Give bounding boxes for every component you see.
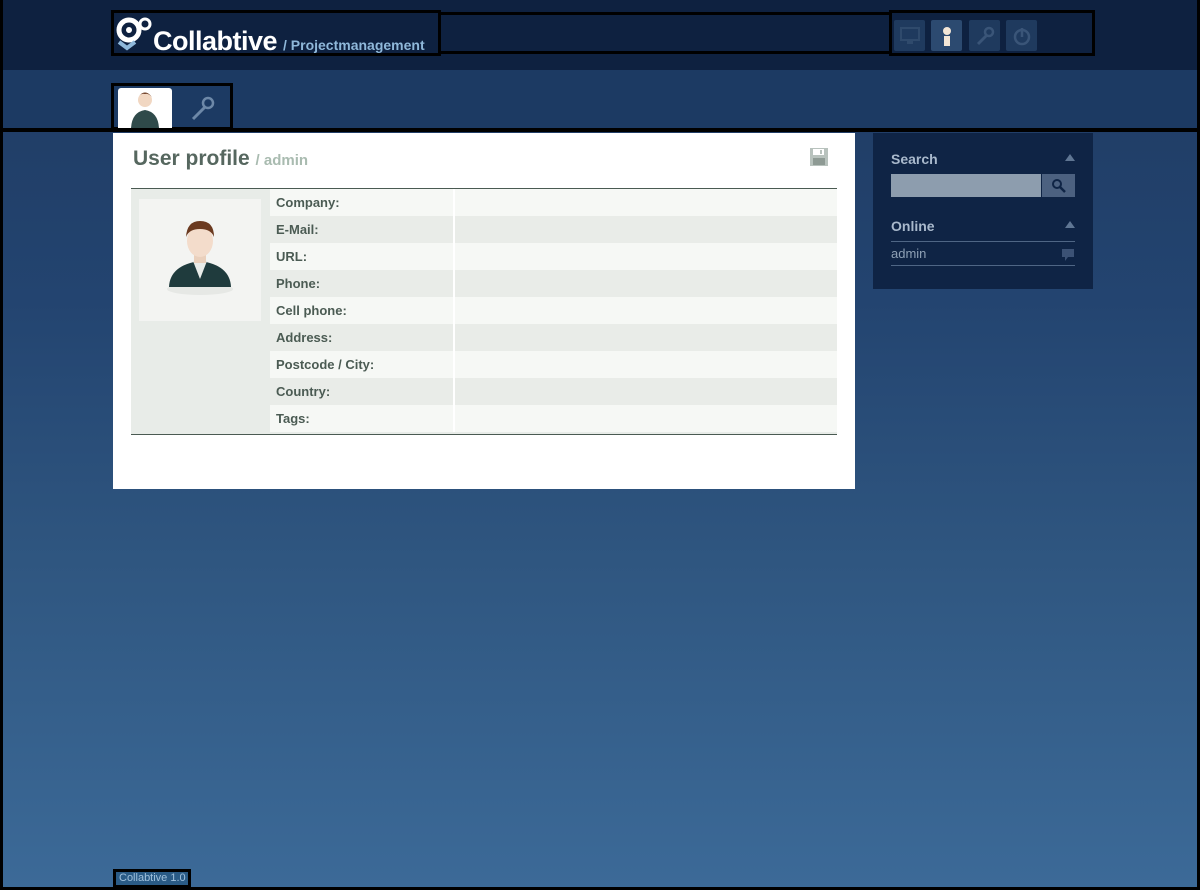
field-label: Tags: xyxy=(270,405,455,432)
version-footer[interactable]: Collabtive 1.0 xyxy=(113,869,191,888)
power-icon[interactable] xyxy=(1006,20,1037,51)
field-label: E-Mail: xyxy=(270,216,455,243)
user-profile-panel: User profile / admin Company: E-Mail: UR… xyxy=(113,133,855,489)
field-label: Phone: xyxy=(270,270,455,297)
online-user[interactable]: admin xyxy=(891,246,926,261)
profile-details: Company: E-Mail: URL: Phone: Cell phone:… xyxy=(131,188,837,435)
field-value xyxy=(455,297,837,324)
tab-admin[interactable] xyxy=(176,88,230,128)
collapse-online-icon[interactable] xyxy=(1065,221,1075,228)
page-title-username: / admin xyxy=(255,152,309,169)
field-label: URL: xyxy=(270,243,455,270)
tabs xyxy=(111,83,233,130)
profile-fields: Company: E-Mail: URL: Phone: Cell phone:… xyxy=(270,189,837,432)
field-postcode-city: Postcode / City: xyxy=(270,351,837,378)
page-title-text: User profile xyxy=(133,147,250,170)
divider xyxy=(891,241,1075,242)
app-subtitle: / Projectmanagement xyxy=(283,37,425,53)
field-cell-phone: Cell phone: xyxy=(270,297,837,324)
save-icon[interactable] xyxy=(809,147,829,167)
wrench-icon[interactable] xyxy=(969,20,1000,51)
search-input[interactable] xyxy=(891,174,1041,197)
chat-icon[interactable] xyxy=(1061,248,1075,262)
field-country: Country: xyxy=(270,378,837,405)
sidebar: Search Online admin xyxy=(873,133,1093,289)
field-label: Postcode / City: xyxy=(270,351,455,378)
field-label: Address: xyxy=(270,324,455,351)
user-icon[interactable] xyxy=(931,20,962,51)
search-icon xyxy=(1051,178,1066,193)
search-button[interactable] xyxy=(1042,174,1075,197)
user-tab-icon xyxy=(131,92,159,128)
field-company: Company: xyxy=(270,189,837,216)
field-address: Address: xyxy=(270,324,837,351)
tab-user-profile[interactable] xyxy=(118,88,172,128)
field-label: Company: xyxy=(270,189,455,216)
field-value xyxy=(455,216,837,243)
field-value xyxy=(455,324,837,351)
field-value xyxy=(455,243,837,270)
top-nav xyxy=(889,10,1095,56)
wrench-tab-icon xyxy=(191,96,215,121)
field-url: URL: xyxy=(270,243,837,270)
gear-logo-icon xyxy=(116,17,152,51)
field-value xyxy=(455,405,837,432)
avatar-image xyxy=(167,221,233,295)
field-phone: Phone: xyxy=(270,270,837,297)
desktop-icon[interactable] xyxy=(894,20,925,51)
search-title[interactable]: Search xyxy=(891,151,938,167)
tabs-bar xyxy=(3,70,1197,132)
field-email: E-Mail: xyxy=(270,216,837,243)
header: Collabtive / Projectmanagement xyxy=(3,0,1197,70)
page-title: User profile / admin xyxy=(133,147,308,171)
divider xyxy=(891,265,1075,266)
field-label: Country: xyxy=(270,378,455,405)
collapse-search-icon[interactable] xyxy=(1065,154,1075,161)
field-label: Cell phone: xyxy=(270,297,455,324)
field-tags: Tags: xyxy=(270,405,837,432)
field-value xyxy=(455,378,837,405)
field-value xyxy=(455,189,837,216)
avatar xyxy=(139,199,261,321)
header-strip xyxy=(439,12,891,54)
field-value xyxy=(455,270,837,297)
online-title[interactable]: Online xyxy=(891,218,935,234)
field-value xyxy=(455,351,837,378)
app-title[interactable]: Collabtive xyxy=(153,26,278,57)
